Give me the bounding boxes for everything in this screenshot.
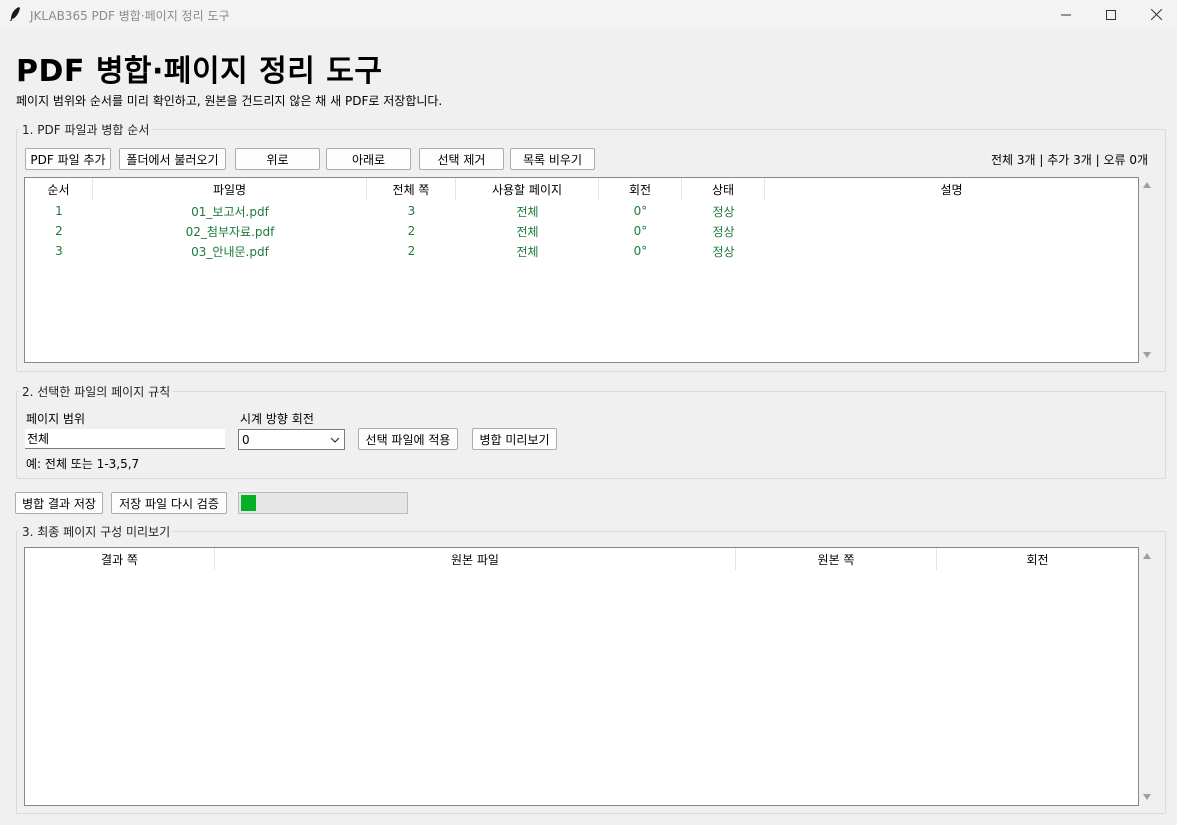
column-header-rotation[interactable]: 회전 [937,548,1138,570]
move-down-button[interactable]: 아래로 [326,148,411,170]
app-feather-icon [10,7,20,21]
file-list-table[interactable]: 순서 파일명 전체 쪽 사용할 페이지 회전 상태 설명 1 01_보고서.pd… [24,177,1139,363]
reverify-saved-file-button[interactable]: 저장 파일 다시 검증 [111,492,227,514]
merge-preview-button[interactable]: 병합 미리보기 [472,428,557,450]
row-use-pages: 전체 [516,204,539,219]
row-state: 정상 [712,224,735,239]
row-use-pages: 전체 [516,224,539,239]
row-order: 3 [55,244,63,258]
column-header-source-file[interactable]: 원본 파일 [215,548,736,570]
clear-list-button[interactable]: 목록 비우기 [510,148,595,170]
maximize-icon [1106,9,1116,20]
row-rotation: 0° [633,224,648,238]
row-use-pages: 전체 [516,244,539,259]
rotation-select[interactable]: 0 [238,429,345,450]
column-header-order[interactable]: 순서 [25,178,93,200]
row-state: 정상 [712,204,735,219]
row-filename: 02_첨부자료.pdf [185,224,275,239]
page-rules-section-label: 2. 선택한 파일의 페이지 규칙 [19,383,174,400]
row-filename: 01_보고서.pdf [191,204,269,219]
scroll-down-arrow-icon[interactable] [1143,352,1151,358]
scroll-up-arrow-icon[interactable] [1143,182,1151,188]
page-subtitle: 페이지 범위와 순서를 미리 확인하고, 원본을 건드리지 않은 채 새 PDF… [16,94,443,108]
row-total-pages: 3 [407,204,416,218]
column-header-note[interactable]: 설명 [765,178,1138,200]
column-header-total-pages[interactable]: 전체 쪽 [367,178,456,200]
move-up-button[interactable]: 위로 [235,148,320,170]
table-row[interactable]: 3 03_안내문.pdf 2 전체 0° 정상 [25,241,1138,261]
progress-bar-fill [241,495,256,511]
page-range-input[interactable] [25,429,225,449]
apply-to-selected-button[interactable]: 선택 파일에 적용 [358,428,458,450]
page-range-example: 예: 전체 또는 1-3,5,7 [26,457,140,471]
column-header-filename[interactable]: 파일명 [93,178,367,200]
final-preview-scrollbar[interactable] [1139,547,1157,806]
row-total-pages: 2 [407,244,416,258]
window-titlebar: JKLAB365 PDF 병합·페이지 정리 도구 [0,0,1177,29]
window-title: JKLAB365 PDF 병합·페이지 정리 도구 [30,9,230,23]
progress-bar [238,492,408,514]
rotation-label: 시계 방향 회전 [240,412,314,426]
row-rotation: 0° [633,204,648,218]
column-header-state[interactable]: 상태 [682,178,765,200]
chevron-down-icon [330,437,340,443]
final-preview-section-label: 3. 최종 페이지 구성 미리보기 [19,523,174,540]
rotation-select-value: 0 [242,432,250,447]
close-icon [1150,9,1162,20]
save-merge-result-button[interactable]: 병합 결과 저장 [15,492,103,514]
close-button[interactable] [1133,0,1177,29]
page-title: PDF 병합·페이지 정리 도구 [16,54,383,89]
table-row[interactable]: 1 01_보고서.pdf 3 전체 0° 정상 [25,201,1138,221]
file-count-status: 전체 3개 | 추가 3개 | 오류 0개 [991,153,1149,167]
add-pdf-files-button[interactable]: PDF 파일 추가 [25,148,111,170]
final-preview-table[interactable]: 결과 쪽 원본 파일 원본 쪽 회전 [24,547,1139,806]
row-order: 2 [55,224,63,238]
minimize-icon [1061,14,1071,15]
minimize-button[interactable] [1043,0,1089,29]
column-header-rotation[interactable]: 회전 [599,178,682,200]
table-row[interactable]: 2 02_첨부자료.pdf 2 전체 0° 정상 [25,221,1138,241]
files-section-label: 1. PDF 파일과 병합 순서 [19,121,153,138]
row-order: 1 [55,204,63,218]
row-rotation: 0° [633,244,648,258]
row-state: 정상 [712,244,735,259]
scroll-up-arrow-icon[interactable] [1143,553,1151,559]
scroll-down-arrow-icon[interactable] [1143,794,1151,800]
row-total-pages: 2 [407,224,416,238]
column-header-source-page[interactable]: 원본 쪽 [736,548,937,570]
column-header-result-page[interactable]: 결과 쪽 [25,548,215,570]
maximize-button[interactable] [1088,0,1134,29]
file-list-scrollbar[interactable] [1139,177,1157,363]
page-range-label: 페이지 범위 [26,412,86,426]
load-from-folder-button[interactable]: 폴더에서 불러오기 [119,148,226,170]
column-header-use-pages[interactable]: 사용할 페이지 [456,178,599,200]
row-filename: 03_안내문.pdf [191,244,269,259]
remove-selected-button[interactable]: 선택 제거 [419,148,504,170]
